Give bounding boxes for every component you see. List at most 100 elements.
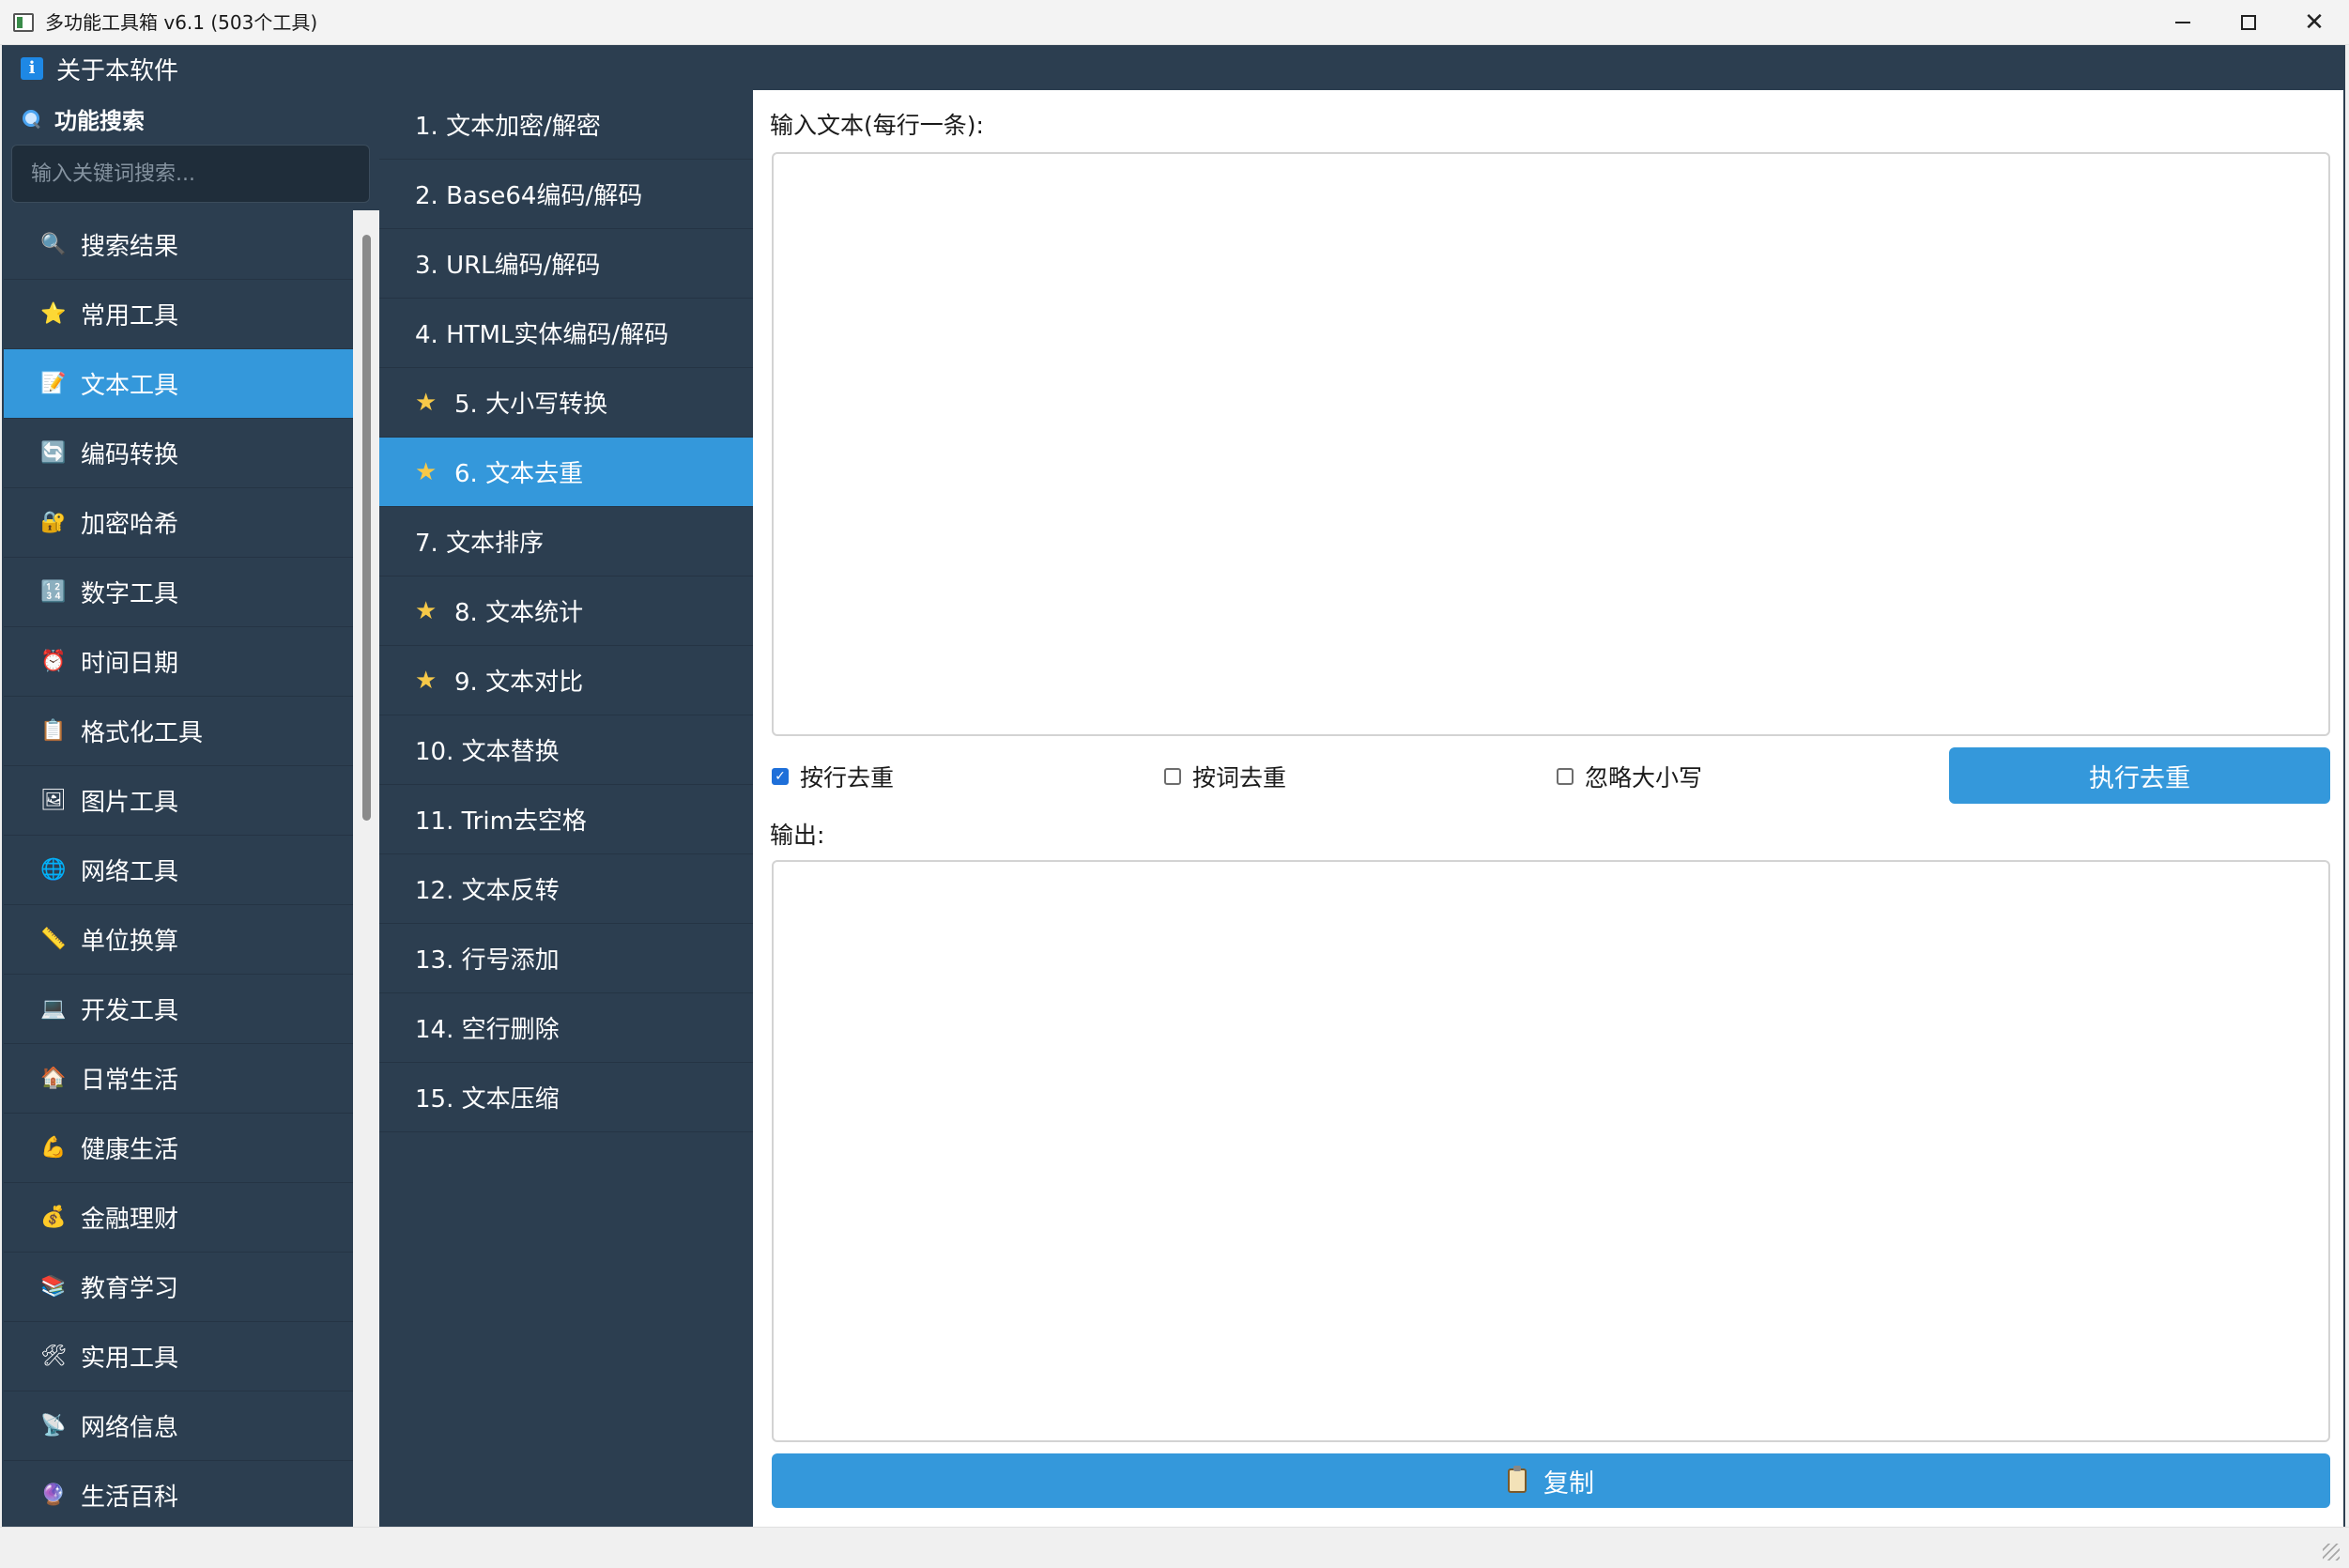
- tool-item[interactable]: 2. Base64编码/解码: [379, 160, 753, 229]
- checkbox-box[interactable]: [1164, 768, 1181, 785]
- books-icon: 📚: [40, 1274, 67, 1299]
- tool-item[interactable]: 7. 文本排序: [379, 507, 753, 576]
- option-label: 忽略大小写: [1585, 764, 1703, 792]
- tool-label: 7. 文本排序: [415, 530, 545, 558]
- category-scrollbar-thumb[interactable]: [362, 235, 371, 821]
- ignore-case-checkbox[interactable]: 忽略大小写: [1557, 762, 1703, 792]
- checkbox-box[interactable]: [1557, 768, 1574, 785]
- category-item[interactable]: 📋 格式化工具: [4, 697, 353, 766]
- tool-item[interactable]: 11. Trim去空格: [379, 785, 753, 854]
- tool-label: 10. 文本替换: [415, 738, 560, 766]
- dedupe-by-word-checkbox[interactable]: 按词去重: [1164, 762, 1287, 792]
- app-icon: [13, 13, 34, 32]
- option-label: 按词去重: [1192, 764, 1287, 792]
- dedupe-by-line-checkbox[interactable]: ✓ 按行去重: [772, 762, 895, 792]
- category-item[interactable]: ⭐ 常用工具: [4, 280, 353, 349]
- category-item[interactable]: 📏 单位换算: [4, 905, 353, 975]
- tool-item[interactable]: ★ 6. 文本去重: [379, 438, 753, 507]
- about-label: 关于本软件: [56, 56, 179, 85]
- category-item[interactable]: 🌐 网络工具: [4, 836, 353, 905]
- run-dedupe-button[interactable]: 执行去重: [1949, 747, 2330, 804]
- numbers-icon: 🔢: [40, 579, 67, 604]
- category-label: 搜索结果: [81, 233, 179, 261]
- input-textarea[interactable]: [772, 152, 2330, 736]
- output-label: 输出:: [770, 822, 825, 849]
- about-menu[interactable]: i 关于本软件: [21, 54, 179, 85]
- resize-grip[interactable]: [2323, 1544, 2340, 1560]
- category-item[interactable]: 🖼 图片工具: [4, 766, 353, 836]
- checkbox-box[interactable]: ✓: [772, 768, 789, 785]
- tool-item[interactable]: 13. 行号添加: [379, 924, 753, 993]
- tool-label: 15. 文本压缩: [415, 1085, 560, 1114]
- category-item[interactable]: 📚 教育学习: [4, 1253, 353, 1322]
- category-item[interactable]: 🏠 日常生活: [4, 1044, 353, 1114]
- category-label: 金融理财: [81, 1206, 179, 1234]
- star-icon: ★: [415, 457, 438, 486]
- star-icon: ★: [415, 388, 438, 417]
- search-icon: [21, 108, 41, 129]
- info-icon: i: [21, 57, 43, 80]
- output-textarea[interactable]: [772, 860, 2330, 1442]
- tool-label: 11. Trim去空格: [415, 807, 587, 836]
- category-item[interactable]: 🔄 编码转换: [4, 419, 353, 488]
- category-item[interactable]: 🔍 搜索结果: [4, 210, 353, 280]
- tool-label: 6. 文本去重: [454, 460, 584, 488]
- tool-item[interactable]: ★ 9. 文本对比: [379, 646, 753, 715]
- tool-item[interactable]: 10. 文本替换: [379, 715, 753, 785]
- tool-label: 3. URL编码/解码: [415, 252, 601, 280]
- copy-button[interactable]: 复制: [772, 1453, 2330, 1508]
- lock-icon: 🔐: [40, 510, 67, 534]
- category-item[interactable]: 🛠 实用工具: [4, 1322, 353, 1391]
- category-item[interactable]: 🔢 数字工具: [4, 558, 353, 627]
- tool-label: 1. 文本加密/解密: [415, 113, 601, 141]
- category-item[interactable]: 🔮 生活百科: [4, 1461, 353, 1527]
- category-label: 单位换算: [81, 928, 179, 956]
- category-item[interactable]: 💻 开发工具: [4, 975, 353, 1044]
- picture-icon: 🖼: [40, 788, 67, 812]
- star-icon: ★: [415, 596, 438, 625]
- laptop-icon: 💻: [40, 996, 67, 1021]
- category-item[interactable]: 💪 健康生活: [4, 1114, 353, 1183]
- close-button[interactable]: ✕: [2281, 0, 2347, 45]
- tool-item[interactable]: 15. 文本压缩: [379, 1063, 753, 1132]
- tool-item[interactable]: 4. HTML实体编码/解码: [379, 299, 753, 368]
- category-label: 教育学习: [81, 1275, 179, 1303]
- category-item[interactable]: 💰 金融理财: [4, 1183, 353, 1253]
- category-item[interactable]: 🔐 加密哈希: [4, 488, 353, 558]
- category-label: 日常生活: [81, 1067, 179, 1095]
- tool-list: 1. 文本加密/解密 2. Base64编码/解码 3. URL编码/解码 4. HT…: [379, 90, 753, 1527]
- category-label: 加密哈希: [81, 511, 179, 539]
- tool-label: 2. Base64编码/解码: [415, 182, 643, 210]
- tool-label: 13. 行号添加: [415, 946, 560, 975]
- muscle-icon: 💪: [40, 1135, 67, 1160]
- category-item[interactable]: 📡 网络信息: [4, 1391, 353, 1461]
- category-label: 编码转换: [81, 441, 179, 469]
- maximize-button[interactable]: [2216, 0, 2281, 45]
- maximize-icon: [2241, 15, 2256, 30]
- copy-label: 复制: [1543, 1468, 1594, 1499]
- tool-item[interactable]: ★ 5. 大小写转换: [379, 368, 753, 438]
- tool-item[interactable]: ★ 8. 文本统计: [379, 576, 753, 646]
- tool-item[interactable]: 12. 文本反转: [379, 854, 753, 924]
- convert-icon: 🔄: [40, 440, 67, 465]
- search-input[interactable]: [11, 145, 370, 203]
- category-list: 🔍 搜索结果 ⭐ 常用工具 📝 文本工具 🔄 编码转换 🔐 加密哈希 🔢 数字工具 ⏰ 时间日期 📋 格式化工…: [4, 210, 353, 1527]
- tool-label: 14. 空行删除: [415, 1016, 560, 1044]
- tool-label: 8. 文本统计: [454, 599, 584, 627]
- money-bag-icon: 💰: [40, 1205, 67, 1229]
- category-label: 生活百科: [81, 1483, 179, 1512]
- tool-item[interactable]: 1. 文本加密/解密: [379, 90, 753, 160]
- category-label: 实用工具: [81, 1345, 179, 1373]
- category-item[interactable]: ⏰ 时间日期: [4, 627, 353, 697]
- category-item[interactable]: 📝 文本工具: [4, 349, 353, 419]
- star-icon: ⭐: [40, 301, 67, 326]
- satellite-icon: 📡: [40, 1413, 67, 1437]
- category-label: 常用工具: [81, 302, 179, 331]
- tool-item[interactable]: 3. URL编码/解码: [379, 229, 753, 299]
- ruler-icon: 📏: [40, 927, 67, 951]
- option-label: 按行去重: [800, 764, 895, 792]
- minimize-button[interactable]: [2150, 0, 2216, 45]
- tool-item[interactable]: 14. 空行删除: [379, 993, 753, 1063]
- tool-label: 9. 文本对比: [454, 669, 584, 697]
- title-bar: 多功能工具箱 v6.1 (503个工具) ✕: [0, 0, 2349, 45]
